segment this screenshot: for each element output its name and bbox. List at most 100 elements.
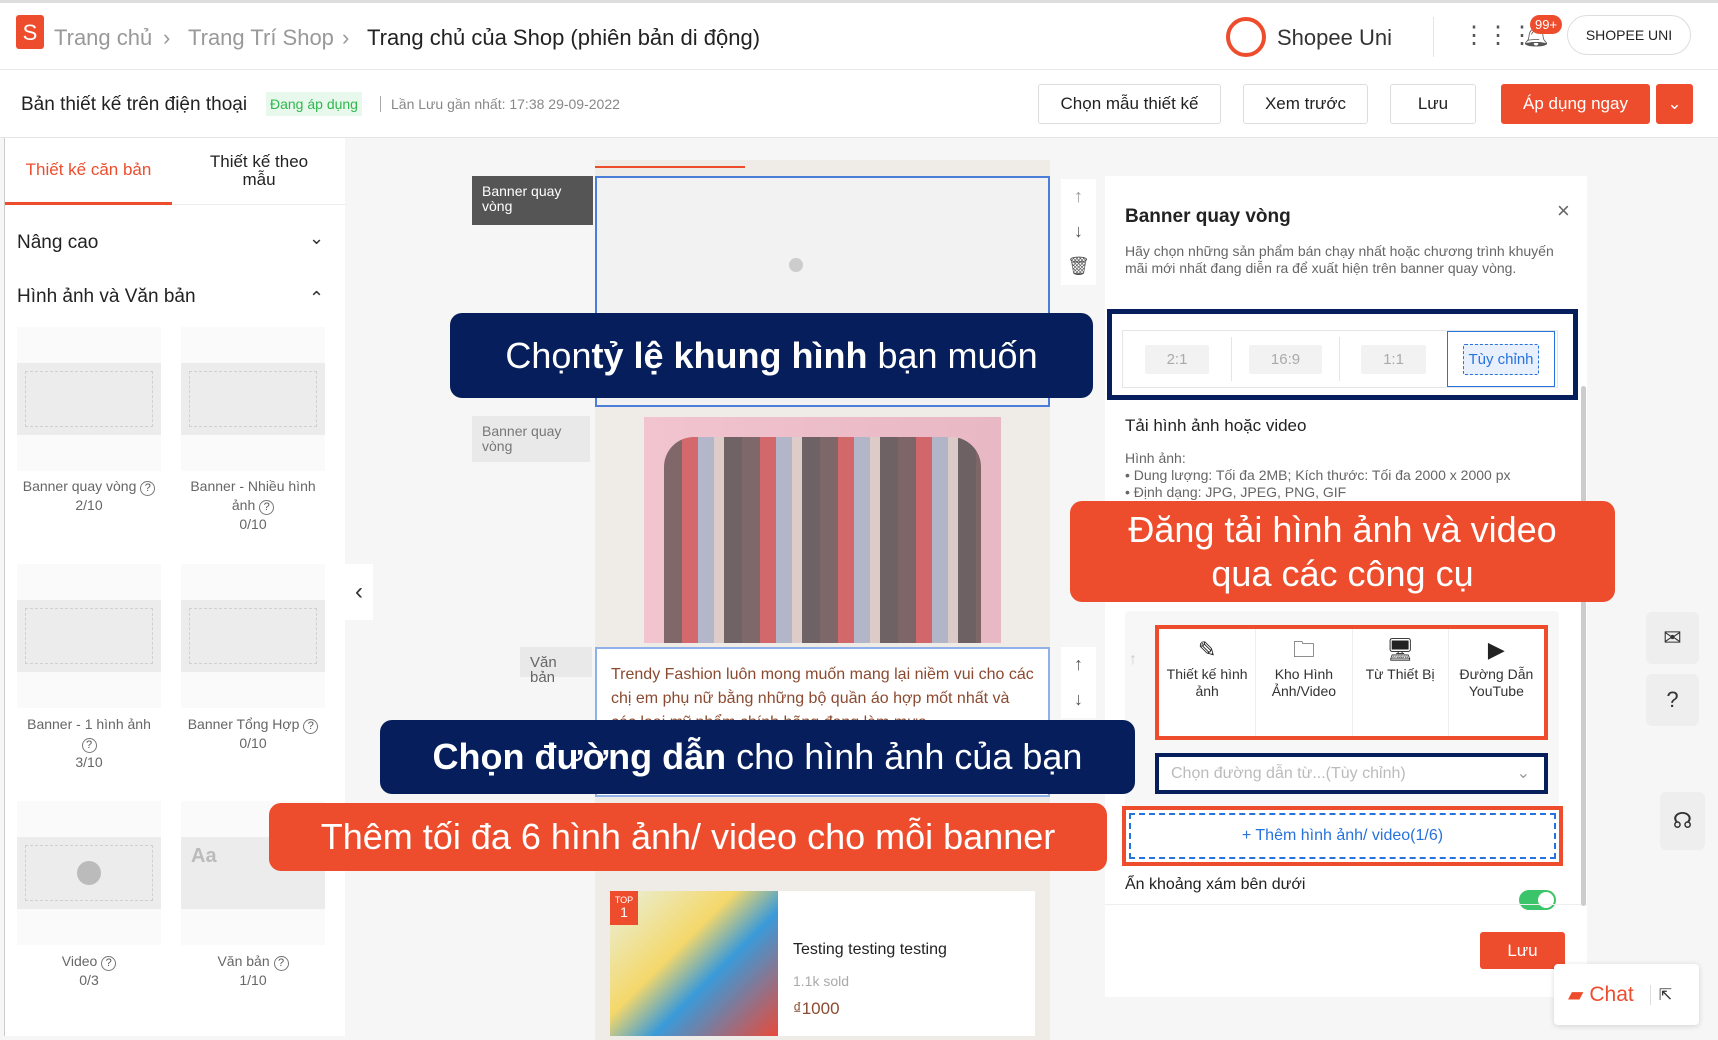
account-button[interactable]: SHOPEE UNI (1567, 15, 1691, 55)
ratio-selector: 2:1 16:9 1:1 Tùy chỉnh (1122, 330, 1558, 388)
choose-template-button[interactable]: Chọn mẫu thiết kế (1038, 84, 1221, 124)
status-badge: Đang áp dụng (266, 92, 362, 116)
help-icon[interactable]: ? (101, 956, 117, 971)
chevron-down-icon: ⌄ (1516, 765, 1530, 782)
ratio-16-9[interactable]: 16:9 (1231, 337, 1339, 381)
expand-chat-icon[interactable]: ⇱ (1649, 984, 1672, 1005)
panel-title: Banner quay vòng (1125, 206, 1291, 227)
tool-media-library[interactable]: 🗀 Kho Hình Ảnh/Video (1255, 629, 1351, 736)
move-down-icon[interactable]: ↓ (1061, 682, 1096, 717)
component-combo-banner[interactable] (181, 564, 325, 708)
component-label: Banner quay vòng ? 2/10 (9, 477, 169, 515)
callout-upload: Đăng tải hình ảnh và video qua các công … (1070, 501, 1615, 602)
models-photo (664, 437, 981, 643)
component-multi-image-banner[interactable] (181, 327, 325, 471)
mail-icon[interactable]: ✉ (1646, 612, 1699, 664)
canvas-label-carousel: Banner quay vòng (472, 176, 593, 225)
chevron-down-icon[interactable]: ⌄ (309, 228, 324, 249)
component-single-image-banner[interactable] (17, 564, 161, 708)
play-icon: ▶ (1487, 637, 1505, 662)
shopee-logo[interactable]: S (16, 15, 44, 49)
callout-ratio: Chọn tỷ lệ khung hình bạn muốn (450, 313, 1093, 398)
chevron-up-icon[interactable]: ⌃ (309, 288, 324, 309)
move-up-icon[interactable]: ↑ (1129, 651, 1137, 669)
move-up-icon[interactable]: ↑ (1061, 647, 1096, 682)
component-label: Banner Tổng Hợp ? 0/10 (173, 715, 333, 753)
chevron-down-icon[interactable]: ⌄ (1656, 84, 1693, 124)
breadcrumb-home[interactable]: Trang chủ (54, 25, 152, 51)
add-media-highlight: + Thêm hình ảnh/ video(1/6) (1122, 806, 1563, 866)
tab-template-design[interactable]: Thiết kế theo mẫu (172, 138, 346, 205)
tab-basic-design[interactable]: Thiết kế căn bản (5, 138, 172, 205)
fashion-banner-image[interactable] (644, 417, 1001, 643)
breadcrumb-decor[interactable]: Trang Trí Shop (188, 25, 334, 51)
hide-gray-toggle[interactable] (1519, 890, 1556, 910)
callout-max-media: Thêm tối đa 6 hình ảnh/ video cho mỗi ba… (269, 803, 1107, 871)
block-controls: ↑ ↓ 🗑︎ (1061, 179, 1096, 285)
panel-save-button[interactable]: Lưu (1480, 932, 1565, 969)
product-name: Testing testing testing (793, 941, 947, 958)
help-icon[interactable]: ? (273, 956, 289, 971)
apply-now-button[interactable]: Áp dụng ngay (1501, 84, 1650, 124)
save-button[interactable]: Lưu (1390, 84, 1476, 124)
help-icon[interactable]: ? (140, 481, 156, 496)
panel-description: Hãy chọn những sản phẩm bán chạy nhất ho… (1125, 243, 1554, 276)
help-icon[interactable]: ? (259, 500, 275, 515)
collapse-sidebar-button[interactable]: ‹ (345, 564, 373, 620)
breadcrumb-current: Trang chủ của Shop (phiên bản di động) (367, 25, 761, 50)
divider (1433, 17, 1434, 57)
help-circle-icon[interactable]: ? (1646, 674, 1699, 726)
ratio-selector-highlight: 2:1 16:9 1:1 Tùy chỉnh (1107, 309, 1578, 400)
upload-tools: ✎ Thiết kế hình ảnh 🗀 Kho Hình Ảnh/Video 🖥… (1155, 625, 1548, 740)
move-up-icon[interactable]: ↑ (1061, 179, 1096, 214)
notification-badge: 99+ (1530, 15, 1563, 34)
monitor-icon: 🖥︎ (1386, 637, 1415, 662)
brand-name[interactable]: Shopee Uni (1277, 25, 1392, 51)
product-card[interactable]: TOP 1 Testing testing testing 1.1k sold ₫… (610, 891, 1035, 1036)
callout-link: Chọn đường dẫn cho hình ảnh của bạn (380, 720, 1135, 794)
chat-icon: ▰ (1568, 984, 1584, 1006)
chevron-right-icon: › (163, 25, 171, 50)
component-label: Banner - Nhiều hình ảnh ? 0/10 (190, 478, 316, 532)
component-label: Văn bản ? 1/10 (173, 952, 333, 990)
preview-button[interactable]: Xem trước (1243, 84, 1368, 124)
trash-icon[interactable]: 🗑︎ (1061, 249, 1096, 284)
top-header: S Trang chủ › Trang Trí Shop › Trang chủ… (0, 0, 1718, 70)
add-media-button[interactable]: + Thêm hình ảnh/ video(1/6) (1129, 813, 1556, 859)
page-title: Bản thiết kế trên điện thoại (21, 94, 248, 115)
image-placeholder-icon (789, 258, 859, 308)
headset-icon[interactable]: ☊ (1660, 792, 1705, 850)
tool-from-device[interactable]: 🖥︎ Từ Thiết Bị (1351, 629, 1448, 736)
move-down-icon[interactable]: ↓ (1061, 214, 1096, 249)
help-icon[interactable]: ? (303, 719, 319, 734)
shopee-uni-logo-icon (1226, 17, 1266, 57)
chat-label: Chat (1589, 982, 1634, 1006)
help-icon[interactable]: ? (81, 738, 97, 753)
tool-design-image[interactable]: ✎ Thiết kế hình ảnh (1159, 629, 1255, 736)
canvas-indicator (595, 166, 745, 168)
component-label: Banner - 1 hình ảnh ? 3/10 (27, 716, 151, 770)
panel-scrollbar[interactable] (1581, 386, 1586, 906)
upload-info: Hình ảnh: • Dung lượng: Tối đa 2MB; Kích … (1125, 450, 1511, 500)
tool-youtube-link[interactable]: ▶ Đường Dẫn YouTube (1447, 629, 1544, 736)
ratio-1-1[interactable]: 1:1 (1339, 337, 1447, 381)
component-video[interactable] (17, 801, 161, 945)
last-saved: Lần Lưu gần nhất: 17:38 29-09-2022 (380, 96, 620, 112)
section-image-text[interactable]: Hình ảnh và Văn bản (17, 286, 196, 308)
section-advanced[interactable]: Nâng cao (17, 232, 98, 254)
chevron-right-icon: › (342, 25, 350, 50)
ratio-2-1[interactable]: 2:1 (1123, 337, 1231, 381)
hide-gray-label: Ẩn khoảng xám bên dưới (1125, 876, 1306, 893)
canvas-label-text: Văn bản (520, 647, 592, 685)
divider (1105, 904, 1587, 905)
block-controls: ↑ ↓ (1061, 647, 1096, 718)
link-select[interactable]: Chọn đường dẫn từ...(Tùy chỉnh) ⌄ (1155, 753, 1548, 794)
upload-title: Tải hình ảnh hoặc video (1125, 416, 1307, 435)
component-label: Video ? 0/3 (9, 952, 169, 990)
play-icon (77, 861, 101, 885)
close-icon[interactable]: × (1557, 198, 1570, 224)
component-carousel-banner[interactable] (17, 327, 161, 471)
chat-button[interactable]: ▰ Chat ⇱ (1554, 964, 1699, 1025)
folder-cloud-icon: 🗀 (1292, 637, 1315, 662)
ratio-custom[interactable]: Tùy chỉnh (1447, 331, 1555, 387)
